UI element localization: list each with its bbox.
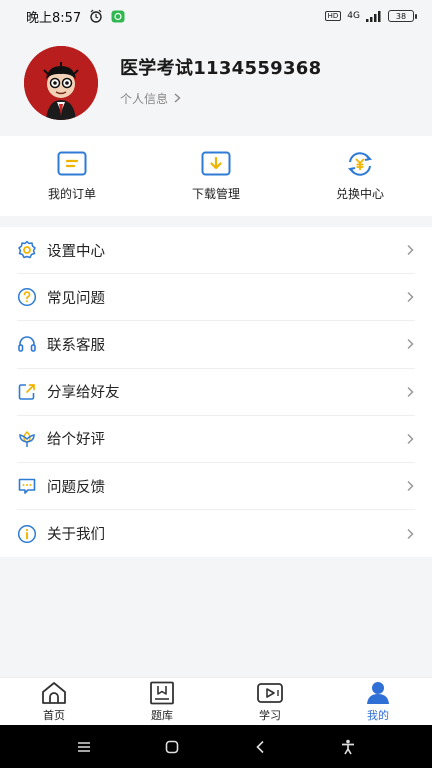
tab-profile[interactable]: 我的 bbox=[324, 678, 432, 725]
signal-icon bbox=[366, 10, 381, 22]
hd-badge: HD bbox=[324, 11, 342, 21]
menu-label: 问题反馈 bbox=[47, 479, 105, 496]
chevron-right-icon bbox=[407, 339, 414, 350]
feedback-icon bbox=[17, 476, 37, 496]
tab-study[interactable]: 学习 bbox=[216, 678, 324, 725]
menu-item-customer-service[interactable]: 联系客服 bbox=[17, 321, 415, 369]
nav-menu-button[interactable] bbox=[69, 737, 99, 757]
flower-icon bbox=[17, 429, 37, 449]
chevron-right-icon bbox=[407, 245, 414, 256]
menu-item-about[interactable]: 关于我们 bbox=[17, 510, 415, 557]
profile-header[interactable]: 医学考试1134559368 个人信息 bbox=[0, 32, 432, 134]
home-icon bbox=[42, 681, 66, 704]
menu-item-rate[interactable]: 给个好评 bbox=[17, 416, 415, 463]
network-type: 4G bbox=[347, 11, 360, 21]
chevron-right-icon bbox=[407, 528, 414, 539]
chevron-right-icon bbox=[174, 93, 181, 103]
tab-label: 我的 bbox=[367, 708, 389, 722]
menu-icon bbox=[78, 741, 90, 752]
tab-label: 学习 bbox=[259, 708, 281, 722]
personal-info-link[interactable]: 个人信息 bbox=[120, 90, 321, 107]
settings-menu: 设置中心 常见问题 联系客服 分享给好友 给个好评 问题反馈 关于我们 bbox=[0, 227, 432, 557]
menu-label: 关于我们 bbox=[47, 527, 105, 544]
accessibility-icon bbox=[342, 739, 354, 754]
exchange-center-button[interactable]: 兑换中心 bbox=[288, 136, 432, 216]
wechat-notification-icon bbox=[111, 10, 125, 22]
personal-info-label: 个人信息 bbox=[120, 91, 169, 106]
username: 医学考试1134559368 bbox=[120, 57, 322, 79]
chevron-right-icon bbox=[407, 433, 414, 444]
chevron-right-icon bbox=[407, 481, 414, 492]
my-orders-button[interactable]: 我的订单 bbox=[0, 136, 144, 216]
status-bar: 晚上8:57 HD 4G 38 bbox=[0, 0, 432, 32]
share-icon bbox=[17, 382, 37, 402]
tab-label: 首页 bbox=[43, 708, 65, 722]
menu-label: 设置中心 bbox=[47, 243, 105, 260]
profile-icon bbox=[367, 681, 389, 704]
menu-label: 给个好评 bbox=[47, 432, 105, 449]
battery-icon: 38 bbox=[388, 10, 417, 22]
question-icon bbox=[17, 287, 37, 307]
download-icon bbox=[201, 151, 231, 175]
menu-item-faq[interactable]: 常见问题 bbox=[17, 274, 415, 322]
chevron-right-icon bbox=[407, 386, 414, 397]
avatar[interactable] bbox=[24, 46, 98, 120]
alarm-icon bbox=[90, 9, 102, 23]
battery-level: 38 bbox=[395, 11, 407, 21]
menu-label: 常见问题 bbox=[47, 290, 105, 307]
download-manager-button[interactable]: 下载管理 bbox=[144, 136, 288, 216]
settings-icon bbox=[17, 240, 37, 260]
menu-item-settings[interactable]: 设置中心 bbox=[17, 227, 415, 275]
menu-item-share[interactable]: 分享给好友 bbox=[17, 369, 415, 416]
square-home-icon bbox=[165, 740, 179, 753]
quick-label: 我的订单 bbox=[47, 186, 96, 201]
quick-actions: 我的订单 下载管理 兑换中心 bbox=[0, 136, 432, 216]
info-icon bbox=[17, 524, 37, 544]
chevron-right-icon bbox=[407, 292, 414, 303]
quick-label: 下载管理 bbox=[191, 186, 240, 201]
system-navigation-bar bbox=[0, 725, 432, 768]
menu-label: 分享给好友 bbox=[47, 385, 120, 402]
tab-label: 题库 bbox=[151, 708, 173, 722]
question-bank-icon bbox=[150, 681, 174, 704]
nav-back-button[interactable] bbox=[245, 737, 275, 757]
status-time: 晚上8:57 bbox=[26, 10, 82, 26]
menu-label: 联系客服 bbox=[47, 337, 105, 354]
headset-icon bbox=[17, 334, 37, 354]
study-icon bbox=[257, 682, 283, 703]
tab-question-bank[interactable]: 题库 bbox=[108, 678, 216, 725]
back-icon bbox=[256, 740, 264, 753]
tab-home[interactable]: 首页 bbox=[0, 678, 108, 725]
nav-home-button[interactable] bbox=[157, 737, 187, 757]
exchange-icon bbox=[347, 151, 373, 176]
bottom-tab-bar: 首页 题库 学习 我的 bbox=[0, 677, 432, 725]
quick-label: 兑换中心 bbox=[335, 186, 384, 201]
menu-item-feedback[interactable]: 问题反馈 bbox=[17, 463, 415, 511]
nav-accessibility-button[interactable] bbox=[333, 737, 363, 757]
order-icon bbox=[57, 151, 87, 175]
